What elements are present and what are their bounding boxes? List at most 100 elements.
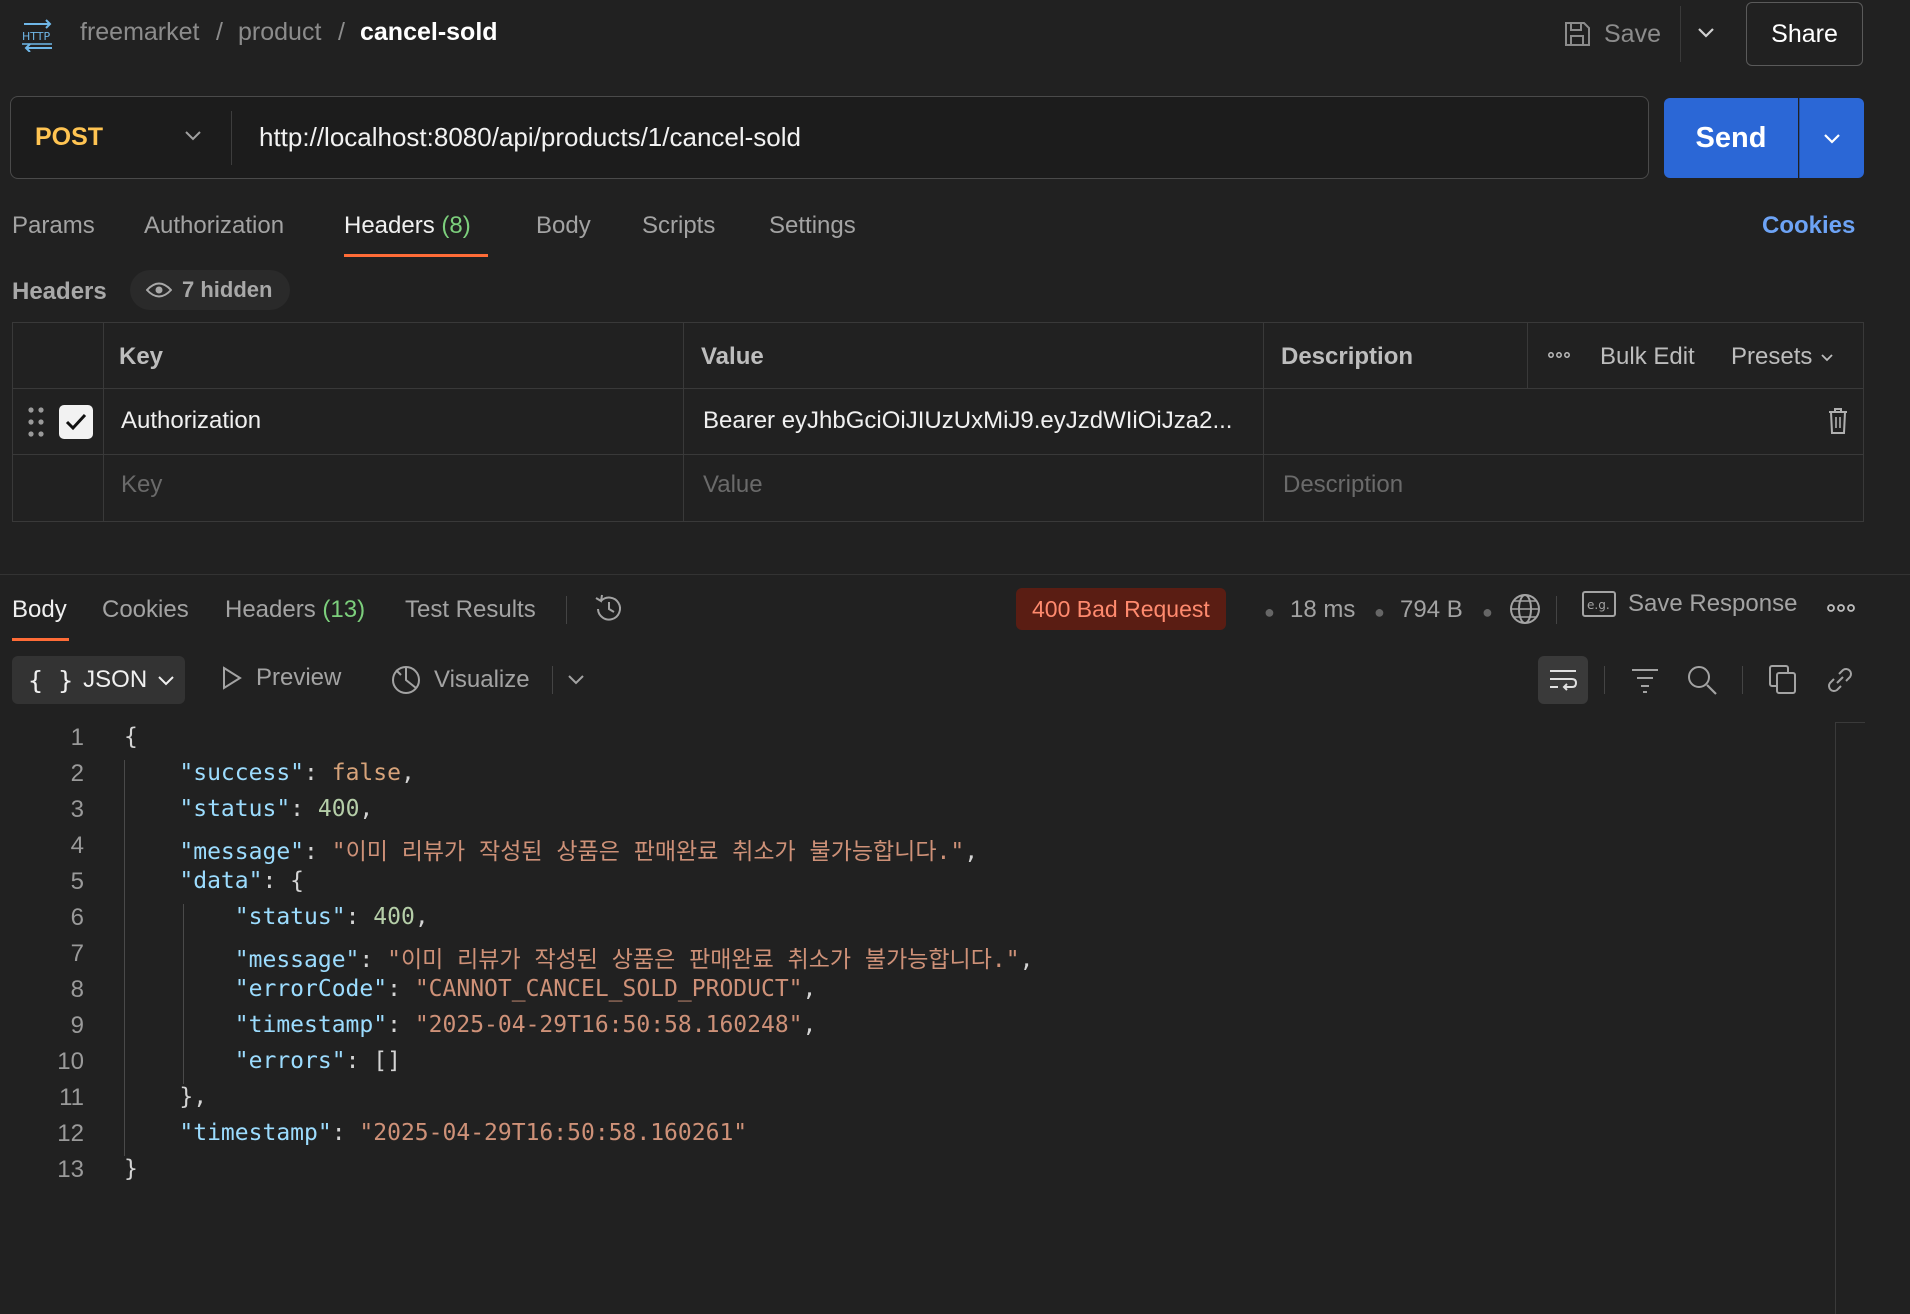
tab-params[interactable]: Params xyxy=(12,212,95,240)
cookies-link[interactable]: Cookies xyxy=(1762,212,1855,240)
trash-icon[interactable] xyxy=(1827,407,1849,435)
response-tab-headers[interactable]: Headers (13) xyxy=(225,596,365,624)
header-enabled-checkbox[interactable] xyxy=(59,405,93,439)
play-icon xyxy=(223,666,242,690)
divider xyxy=(566,596,567,624)
history-icon[interactable] xyxy=(592,592,626,626)
line-number: 4 xyxy=(70,832,84,859)
method-select[interactable]: POST xyxy=(35,123,103,152)
code-text: "message": "이미 리뷰가 작성된 상품은 판매완료 취소가 불가능합… xyxy=(234,947,1034,973)
drag-handle-icon[interactable] xyxy=(27,405,45,439)
line-number: 12 xyxy=(57,1120,84,1147)
breadcrumb-workspace[interactable]: freemarket xyxy=(80,18,199,47)
response-time[interactable]: 18 ms xyxy=(1290,596,1355,624)
format-select[interactable]: { } JSON xyxy=(12,656,185,704)
new-value-input[interactable]: Value xyxy=(703,471,763,499)
header-key-cell[interactable]: Authorization xyxy=(121,407,261,435)
presets-label: Presets xyxy=(1731,343,1813,370)
chevron-down-icon xyxy=(1821,127,1843,149)
indent-guide xyxy=(124,760,125,1156)
divider xyxy=(1556,596,1557,624)
line-number: 7 xyxy=(70,940,84,967)
filter-icon[interactable] xyxy=(1630,666,1660,694)
breadcrumb-request-name[interactable]: cancel-sold xyxy=(360,18,498,47)
url-input[interactable]: http://localhost:8080/api/products/1/can… xyxy=(259,122,801,153)
preview-label: Preview xyxy=(256,664,342,691)
more-options-icon[interactable] xyxy=(1547,345,1571,365)
send-options-button[interactable] xyxy=(1799,98,1864,178)
tab-scripts[interactable]: Scripts xyxy=(642,212,715,240)
code-line: 3 "status": 400, xyxy=(0,796,1834,832)
separator-dot: ● xyxy=(1264,602,1275,622)
response-size[interactable]: 794 B xyxy=(1400,596,1463,624)
breadcrumb-separator: / xyxy=(216,18,223,46)
divider xyxy=(1742,666,1743,694)
hidden-headers-toggle[interactable]: 7 hidden xyxy=(130,270,291,310)
tab-body[interactable]: Body xyxy=(536,212,591,240)
line-number: 5 xyxy=(70,868,84,895)
braces-icon: { } xyxy=(28,665,74,695)
example-icon: e.g. xyxy=(1582,591,1616,617)
response-tab-test-results[interactable]: Test Results xyxy=(405,596,536,624)
search-icon[interactable] xyxy=(1686,664,1718,696)
scrollbar-track[interactable] xyxy=(1835,722,1836,1314)
copy-icon[interactable] xyxy=(1768,664,1798,696)
column-header-value: Value xyxy=(701,343,764,370)
eye-icon xyxy=(146,281,172,299)
http-request-icon: HTTP xyxy=(20,16,56,52)
new-description-input[interactable]: Description xyxy=(1283,471,1403,499)
save-icon xyxy=(1562,19,1592,49)
svg-text:e.g.: e.g. xyxy=(1587,598,1610,612)
code-text: "message": "이미 리뷰가 작성된 상품은 판매완료 취소가 불가능합… xyxy=(179,839,979,865)
code-line: 12 "timestamp": "2025-04-29T16:50:58.160… xyxy=(0,1120,1834,1156)
send-button[interactable]: Send xyxy=(1664,98,1798,178)
share-button[interactable]: Share xyxy=(1746,2,1863,66)
preview-button[interactable]: Preview xyxy=(220,664,341,692)
breadcrumb-collection[interactable]: product xyxy=(238,18,321,47)
tab-settings[interactable]: Settings xyxy=(769,212,856,240)
tab-authorization[interactable]: Authorization xyxy=(144,212,284,240)
code-line: 13} xyxy=(0,1156,1834,1192)
more-options-icon[interactable] xyxy=(1826,600,1856,616)
divider xyxy=(1835,722,1865,723)
code-text: } xyxy=(124,1156,138,1182)
chevron-down-icon[interactable] xyxy=(183,125,203,145)
bulk-edit-button[interactable]: Bulk Edit xyxy=(1600,343,1695,371)
globe-icon[interactable] xyxy=(1508,592,1542,626)
status-badge[interactable]: 400 Bad Request xyxy=(1016,588,1226,630)
wrap-icon xyxy=(1550,670,1578,691)
tab-headers[interactable]: Headers (8) xyxy=(344,212,471,240)
line-number: 6 xyxy=(70,904,84,931)
code-text: "timestamp": "2025-04-29T16:50:58.160261… xyxy=(179,1120,748,1146)
save-button[interactable]: Save xyxy=(1562,12,1661,56)
save-response-button[interactable]: e.g. Save Response xyxy=(1582,590,1797,618)
response-tab-headers-label: Headers xyxy=(225,596,316,623)
active-tab-indicator xyxy=(12,638,69,641)
line-number: 3 xyxy=(70,796,84,823)
column-header-key: Key xyxy=(119,343,164,370)
link-icon[interactable] xyxy=(1824,664,1856,696)
code-line: 7 "message": "이미 리뷰가 작성된 상품은 판매완료 취소가 불가… xyxy=(0,940,1834,976)
code-text: "status": 400, xyxy=(179,796,374,822)
wrap-lines-button[interactable] xyxy=(1538,656,1588,704)
save-label: Save xyxy=(1604,19,1661,48)
code-text: "timestamp": "2025-04-29T16:50:58.160248… xyxy=(234,1012,817,1038)
code-line: 10 "errors": [] xyxy=(0,1048,1834,1084)
column-header-description: Description xyxy=(1281,343,1414,370)
visualize-button[interactable]: Visualize xyxy=(390,664,530,696)
presets-dropdown[interactable]: Presets xyxy=(1731,343,1834,371)
visualize-icon xyxy=(392,666,420,694)
line-number: 11 xyxy=(59,1084,84,1111)
header-value-cell[interactable]: Bearer eyJhbGciOiJIUzUxMiJ9.eyJzdWIiOiJz… xyxy=(703,407,1232,435)
visualize-options-chevron-icon[interactable] xyxy=(566,672,586,688)
code-text: "data": { xyxy=(179,868,305,894)
response-tab-cookies[interactable]: Cookies xyxy=(102,596,189,624)
response-body-viewer[interactable]: 1{2 "success": false, 3 "status": 400, 4 "… xyxy=(0,724,1834,1314)
code-text: { xyxy=(124,724,138,750)
new-key-input[interactable]: Key xyxy=(121,471,162,499)
response-tab-body[interactable]: Body xyxy=(12,596,67,624)
indent-guide xyxy=(183,904,184,1084)
save-options-chevron-icon[interactable] xyxy=(1696,22,1716,42)
chevron-down-icon xyxy=(158,676,174,686)
line-number: 9 xyxy=(70,1012,84,1039)
